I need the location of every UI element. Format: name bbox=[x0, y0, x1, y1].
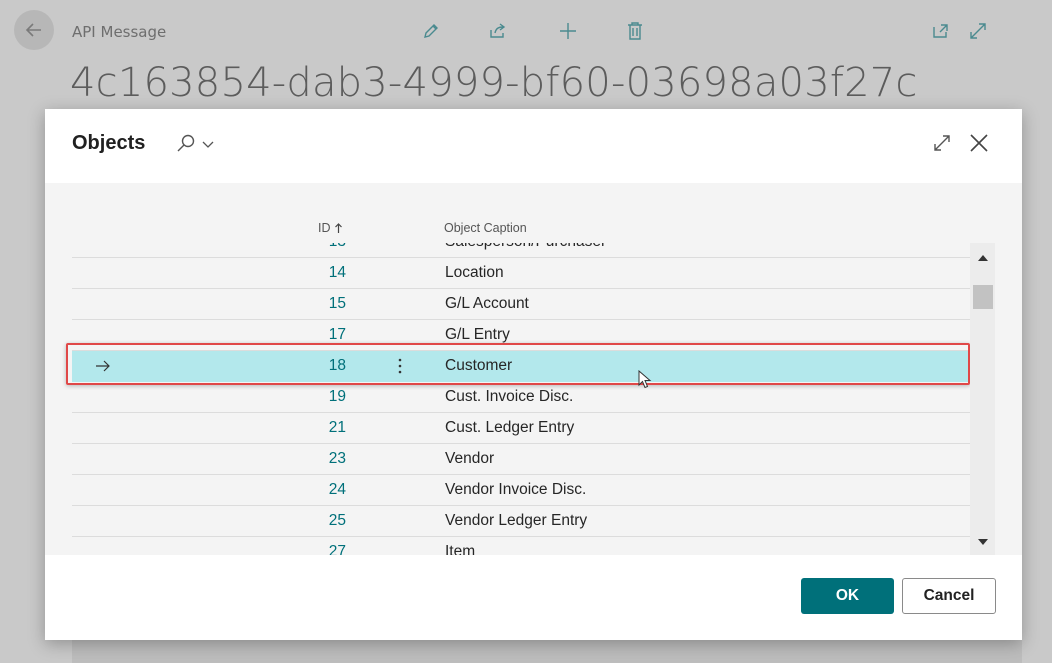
column-header-object-caption[interactable]: Object Caption bbox=[444, 221, 527, 235]
cell-object-id[interactable]: 19 bbox=[272, 388, 346, 406]
cell-object-caption: Item bbox=[445, 543, 476, 555]
cancel-button[interactable]: Cancel bbox=[902, 578, 996, 614]
dialog-title: Objects bbox=[72, 132, 146, 154]
expand-icon bbox=[970, 23, 986, 39]
scroll-up-button[interactable] bbox=[970, 247, 995, 269]
dialog-footer: OK Cancel bbox=[45, 555, 1022, 640]
cell-object-caption: Customer bbox=[445, 357, 513, 374]
cell-object-id[interactable]: 21 bbox=[272, 419, 346, 437]
new-button[interactable] bbox=[556, 19, 580, 43]
cell-object-caption: Cust. Invoice Disc. bbox=[445, 388, 574, 405]
cell-object-id[interactable]: 13 bbox=[272, 243, 346, 251]
cell-object-id[interactable]: 25 bbox=[272, 512, 346, 530]
cell-object-id[interactable]: 18 bbox=[272, 357, 346, 375]
share-icon bbox=[490, 23, 506, 38]
open-new-window-icon bbox=[933, 24, 948, 38]
sort-ascending-icon bbox=[334, 223, 342, 233]
table-row[interactable]: 19 Cust. Invoice Disc. bbox=[72, 382, 970, 413]
row-arrow-right-icon bbox=[96, 360, 110, 372]
close-icon bbox=[970, 134, 988, 152]
share-button[interactable] bbox=[486, 19, 510, 43]
cell-object-caption: Vendor Invoice Disc. bbox=[445, 481, 587, 498]
row-more-options-button[interactable] bbox=[390, 356, 410, 376]
expand-icon bbox=[934, 135, 950, 151]
cell-object-id[interactable]: 24 bbox=[272, 481, 346, 499]
scroll-down-button[interactable] bbox=[970, 531, 995, 553]
search-icon bbox=[177, 134, 195, 152]
triangle-down-icon bbox=[977, 539, 988, 545]
column-header-id[interactable]: ID bbox=[318, 221, 343, 235]
cell-object-caption: Cust. Ledger Entry bbox=[445, 419, 575, 436]
chevron-down-icon bbox=[202, 141, 214, 148]
table-row-selected[interactable]: 18 Customer bbox=[72, 351, 970, 382]
page-caption: API Message bbox=[72, 23, 167, 41]
table-row[interactable]: 27 Item bbox=[72, 537, 970, 555]
cell-object-caption: Vendor bbox=[445, 450, 495, 467]
more-vertical-icon bbox=[398, 358, 402, 374]
back-arrow-icon bbox=[25, 23, 41, 37]
table-row[interactable]: 23 Vendor bbox=[72, 444, 970, 475]
open-new-window-button[interactable] bbox=[929, 19, 953, 43]
expand-page-button[interactable] bbox=[966, 19, 990, 43]
cell-object-id[interactable]: 14 bbox=[272, 264, 346, 282]
mouse-cursor-icon bbox=[638, 370, 652, 389]
table-row[interactable]: 15 G/L Account bbox=[72, 289, 970, 320]
cell-object-id[interactable]: 15 bbox=[272, 295, 346, 313]
delete-button[interactable] bbox=[623, 19, 647, 43]
table-row[interactable]: 21 Cust. Ledger Entry bbox=[72, 413, 970, 444]
ok-button[interactable]: OK bbox=[801, 578, 894, 614]
cell-object-id[interactable]: 27 bbox=[272, 543, 346, 555]
cell-object-caption: G/L Account bbox=[445, 295, 529, 312]
cell-object-caption: G/L Entry bbox=[445, 326, 510, 343]
cell-object-caption: Vendor Ledger Entry bbox=[445, 512, 588, 529]
objects-grid[interactable]: 13 Salesperson/Purchaser 14 Location 15 G/L A… bbox=[72, 243, 970, 555]
vertical-scrollbar[interactable] bbox=[970, 243, 995, 555]
dialog-header: Objects bbox=[45, 109, 1022, 183]
table-row[interactable]: 14 Location bbox=[72, 258, 970, 289]
triangle-up-icon bbox=[977, 255, 988, 261]
record-title: 4c163854-dab3-4999-bf60-03698a03f27c bbox=[70, 60, 918, 106]
dialog-expand-button[interactable] bbox=[930, 131, 954, 155]
add-icon bbox=[560, 23, 576, 39]
back-button[interactable] bbox=[14, 10, 54, 50]
column-header-id-label: ID bbox=[318, 221, 331, 235]
table-row[interactable]: 25 Vendor Ledger Entry bbox=[72, 506, 970, 537]
dialog-close-button[interactable] bbox=[965, 129, 993, 157]
cell-object-id[interactable]: 17 bbox=[272, 326, 346, 344]
objects-dialog: Objects ID Object Caption 14 Location 15… bbox=[45, 109, 1022, 640]
cell-object-caption: Salesperson/Purchaser bbox=[445, 243, 606, 251]
cell-object-id[interactable]: 23 bbox=[272, 450, 346, 468]
cell-object-caption: Location bbox=[445, 264, 504, 281]
table-row[interactable]: 24 Vendor Invoice Disc. bbox=[72, 475, 970, 506]
search-button[interactable] bbox=[175, 131, 219, 157]
table-row[interactable]: 13 Salesperson/Purchaser bbox=[72, 243, 970, 258]
grid-rows: 13 Salesperson/Purchaser 14 Location 15 G/L A… bbox=[72, 243, 970, 555]
scroll-thumb[interactable] bbox=[973, 285, 993, 309]
table-row[interactable]: 17 G/L Entry bbox=[72, 320, 970, 351]
edit-icon bbox=[424, 24, 438, 38]
delete-icon bbox=[628, 22, 642, 40]
edit-button[interactable] bbox=[419, 19, 443, 43]
